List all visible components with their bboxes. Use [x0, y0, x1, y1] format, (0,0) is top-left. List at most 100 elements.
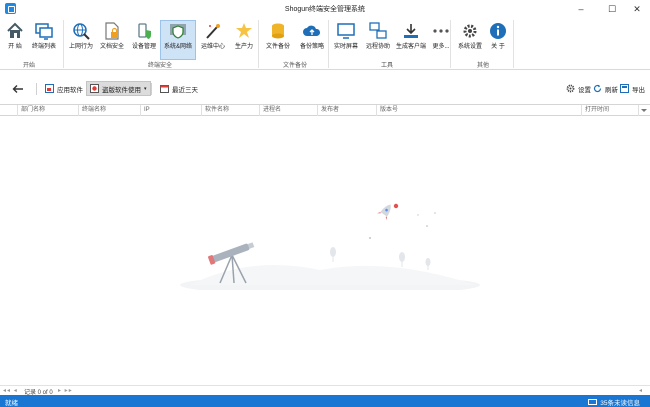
minimize-button[interactable]: – [568, 0, 594, 18]
export-button[interactable]: 导出 [617, 81, 648, 96]
ribbon-web-behavior-button[interactable]: 上网行为 [68, 21, 94, 59]
remote-icon [369, 22, 387, 39]
ribbon-system-settings-button[interactable]: 系统设置 [454, 21, 486, 59]
grid-header: 部门名称 终端名称 IP 软件名称 进程名 发布者 版本号 打开时间 [0, 104, 650, 116]
pirated-software-label: 盗版软件使用 [102, 86, 141, 94]
ribbon-about-button[interactable]: 关 于 [485, 21, 511, 59]
status-bar: 就绪 35条未读信息 [0, 395, 650, 407]
last-three-days-button[interactable]: 最近三天 [157, 81, 201, 96]
ribbon-system-network-button[interactable]: 系统&网络 [160, 20, 196, 60]
magic-wand-icon [206, 24, 220, 39]
ribbon-separator [513, 20, 514, 68]
ribbon-realtime-screen-button[interactable]: 实时屏幕 [330, 21, 362, 59]
ribbon-device-mgmt-button[interactable]: 设备管理 [131, 21, 157, 59]
column-header[interactable]: 终端名称 [79, 105, 141, 116]
nav-next-last-buttons[interactable]: ▸ ▸▸ [58, 387, 73, 394]
app-software-button[interactable]: 应用软件 [42, 81, 86, 96]
ribbon-item-label: 开 始 [8, 44, 22, 50]
column-header[interactable]: 版本号 [377, 105, 582, 116]
unread-messages[interactable]: 35条未读信息 [588, 397, 640, 407]
ribbon-item-label: 文件备份 [265, 44, 290, 50]
ribbon-remote-assist-button[interactable]: 远程协助 [362, 21, 394, 59]
status-text: 就绪 [5, 400, 18, 407]
more-icon [433, 29, 449, 33]
gear-icon [566, 84, 575, 93]
ribbon-item-label: 文档安全 [99, 44, 124, 50]
app-software-icon [45, 84, 54, 93]
unread-messages-label: 35条未读信息 [600, 400, 640, 407]
column-header[interactable]: 部门名称 [18, 105, 79, 116]
close-button[interactable]: ✕ [624, 0, 650, 18]
pirated-software-icon [90, 84, 99, 93]
ribbon-build-client-button[interactable]: 生成客户端 [394, 21, 428, 59]
screen-icon [337, 23, 355, 39]
ribbon-backup-policy-button[interactable]: 备份策略 [296, 21, 328, 59]
export-label: 导出 [632, 86, 645, 94]
ribbon-terminal-list-button[interactable]: 终端列表 [31, 21, 57, 59]
database-icon [272, 23, 284, 39]
ribbon-separator [258, 20, 259, 68]
chevron-down-icon: ▾ [144, 85, 147, 92]
ribbon-item-label: 生产力 [234, 44, 253, 50]
ribbon-productivity-button[interactable]: 生产力 [231, 21, 257, 59]
column-header[interactable]: 进程名 [260, 105, 318, 116]
ribbon: 开 始 终端列表 上网行为 文档安全 设备管理 系统&网络 运维中心 生产力 文… [0, 18, 650, 70]
ribbon-group-label: 文件备份 [282, 63, 307, 69]
ribbon-item-label: 设备管理 [131, 44, 156, 50]
ribbon-start-button[interactable]: 开 始 [2, 21, 28, 59]
ribbon-separator [328, 20, 329, 68]
ribbon-item-label: 运维中心 [200, 44, 225, 50]
home-icon [7, 22, 23, 38]
back-arrow-icon[interactable] [11, 82, 25, 96]
app-software-label: 应用软件 [57, 86, 83, 94]
gear-icon [463, 24, 477, 38]
ribbon-item-label: 备份策略 [299, 44, 324, 50]
ribbon-item-label: 关 于 [491, 44, 505, 50]
record-navigator: ◂◂ ◂ 记录 0 of 0 ▸ ▸▸ ◂ [0, 385, 650, 396]
toolbar-separator [36, 83, 37, 95]
refresh-icon [593, 84, 602, 93]
ribbon-separator [63, 20, 64, 68]
ribbon-item-label: 终端列表 [31, 44, 56, 50]
ribbon-group-label: 开始 [22, 63, 35, 69]
export-icon [620, 84, 629, 93]
column-header[interactable]: 打开时间 [582, 105, 639, 116]
column-header[interactable]: 软件名称 [202, 105, 260, 116]
star-person-icon [236, 23, 252, 38]
device-shield-icon [138, 23, 151, 39]
document-lock-icon [105, 22, 119, 40]
grid-row-indicator [0, 105, 18, 116]
column-header[interactable]: 发布者 [318, 105, 377, 116]
monitor-list-icon [35, 23, 53, 40]
ribbon-group-label: 其他 [476, 63, 489, 69]
toolbar-separator [151, 83, 152, 95]
window-title: Shogun终端安全管理系统 [284, 6, 366, 13]
mail-icon [588, 399, 598, 405]
ribbon-item-label: 生成客户端 [395, 44, 426, 50]
network-shield-icon [170, 24, 186, 39]
horizontal-scroll-arrow[interactable]: ◂ [639, 387, 642, 394]
empty-state-illustration [180, 203, 480, 290]
column-header[interactable]: IP [141, 105, 202, 116]
nav-first-prev-buttons[interactable]: ◂◂ ◂ [3, 387, 18, 394]
ribbon-file-backup-button[interactable]: 文件备份 [262, 21, 294, 59]
maximize-button[interactable]: ☐ [599, 0, 625, 18]
title-bar: Shogun终端安全管理系统 – ☐ ✕ [0, 0, 650, 18]
ribbon-item-label: 远程协助 [365, 44, 390, 50]
info-icon [490, 23, 506, 39]
ribbon-group-label: 终端安全 [147, 63, 172, 69]
globe-search-icon [73, 23, 90, 40]
ribbon-item-label: 系统&网络 [163, 44, 192, 50]
ribbon-separator [450, 20, 451, 68]
column-chooser-icon[interactable] [641, 109, 647, 112]
ribbon-item-label: 实时屏幕 [333, 44, 358, 50]
ribbon-ops-center-button[interactable]: 运维中心 [200, 21, 226, 59]
ribbon-doc-security-button[interactable]: 文档安全 [99, 21, 125, 59]
toolbar: 应用软件 盗版软件使用 ▾ 最近三天 设置 刷新 导出 [0, 76, 650, 102]
ribbon-item-label: 系统设置 [457, 44, 482, 50]
last-three-days-label: 最近三天 [172, 86, 198, 94]
ribbon-group-label: 工具 [380, 63, 393, 69]
ribbon-item-label: 上网行为 [68, 44, 93, 50]
pirated-software-dropdown[interactable]: 盗版软件使用 ▾ [86, 81, 151, 96]
cloud-upload-icon [303, 25, 321, 36]
